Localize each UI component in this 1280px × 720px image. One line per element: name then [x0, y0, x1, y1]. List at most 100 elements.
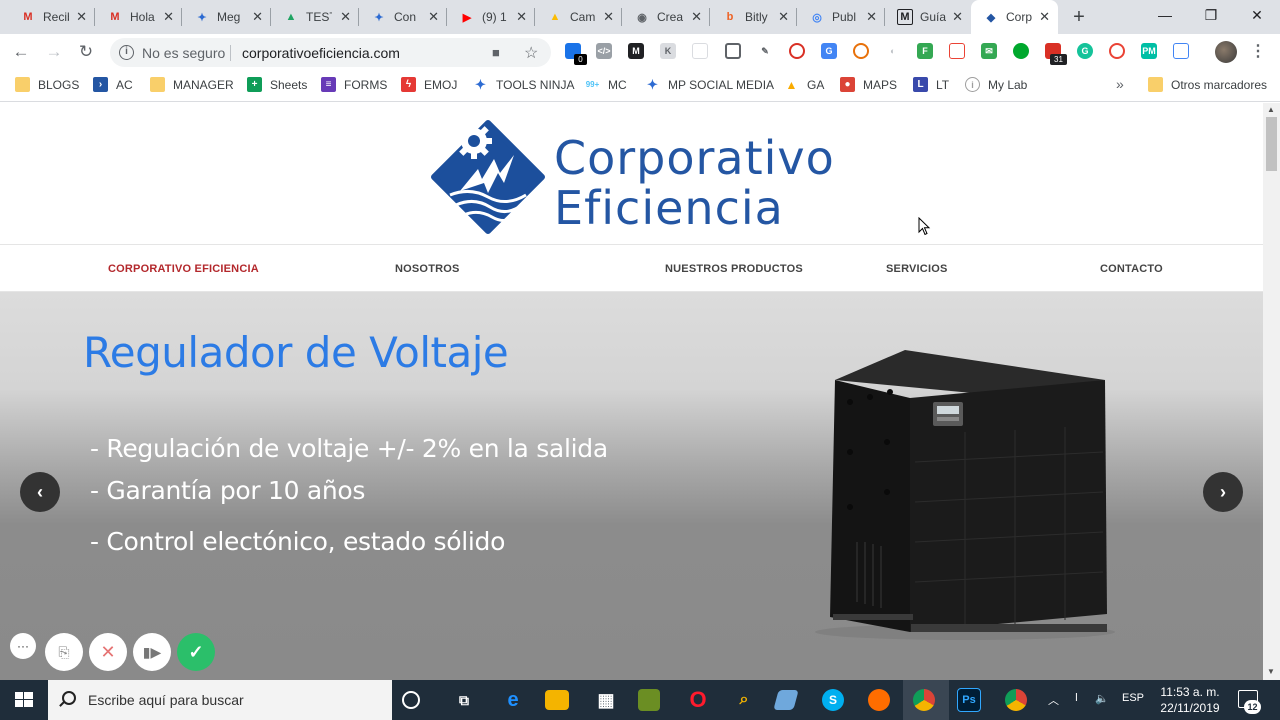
- logo-mark-icon[interactable]: [430, 117, 548, 237]
- close-tab-icon[interactable]: ✕: [516, 9, 527, 25]
- network-icon[interactable]: ǀ: [1075, 692, 1078, 704]
- taskbar-search-box[interactable]: Escribe aquí para buscar: [48, 680, 392, 720]
- bookmark-item[interactable]: › AC: [93, 77, 133, 92]
- close-tab-icon[interactable]: ✕: [952, 9, 963, 25]
- close-tab-icon[interactable]: ✕: [1039, 9, 1050, 25]
- bookmark-item[interactable]: ϟ EMOJ: [401, 77, 457, 92]
- recorder-camera-icon[interactable]: ⎘: [45, 633, 83, 671]
- bookmark-item[interactable]: ≡ FORMS: [321, 77, 387, 92]
- nav-item-productos[interactable]: NUESTROS PRODUCTOS: [665, 263, 803, 275]
- close-tab-icon[interactable]: ✕: [252, 9, 263, 25]
- bookmark-star-icon[interactable]: ☆: [524, 43, 538, 63]
- extension-icon[interactable]: [692, 43, 708, 59]
- scroll-down-icon[interactable]: ▼: [1267, 667, 1275, 676]
- volume-icon[interactable]: 🔈: [1095, 692, 1109, 705]
- close-tab-icon[interactable]: ✕: [428, 9, 439, 25]
- back-arrow-icon[interactable]: ←: [9, 40, 33, 64]
- profile-avatar[interactable]: [1215, 41, 1237, 63]
- close-tab-icon[interactable]: ✕: [76, 9, 87, 25]
- bookmark-item[interactable]: + Sheets: [247, 77, 307, 92]
- m-icon[interactable]: M: [628, 43, 644, 59]
- evernote-icon[interactable]: [1013, 43, 1029, 59]
- recorder-menu-icon[interactable]: ···: [10, 633, 36, 659]
- edge-icon[interactable]: e: [499, 686, 527, 714]
- url-text[interactable]: corporativoeficiencia.com: [242, 45, 400, 61]
- extension-icon[interactable]: ◐: [885, 43, 901, 59]
- close-window-icon[interactable]: ✕: [1234, 0, 1280, 30]
- browser-tab[interactable]: M Guía ✕: [885, 0, 971, 34]
- recorder-pause-icon[interactable]: ▮▶: [133, 633, 171, 671]
- firefox-icon[interactable]: [868, 689, 890, 711]
- photoshop-icon[interactable]: Ps: [957, 688, 981, 712]
- bookmark-item[interactable]: ▲ GA: [784, 77, 824, 92]
- close-tab-icon[interactable]: ✕: [163, 9, 174, 25]
- browser-tab-active[interactable]: ◆ Corp ✕: [971, 0, 1058, 34]
- browser-tab[interactable]: ◉ Crea ✕: [622, 0, 710, 34]
- logo-text-line2[interactable]: Eficiencia: [554, 181, 784, 235]
- security-label[interactable]: No es seguro: [142, 45, 225, 61]
- chrome-icon[interactable]: [913, 689, 935, 711]
- extension-icon[interactable]: [789, 43, 805, 59]
- extension-icon[interactable]: [1109, 43, 1125, 59]
- close-tab-icon[interactable]: ✕: [866, 9, 877, 25]
- magnifier-icon[interactable]: ⌕: [730, 686, 758, 714]
- minimize-icon[interactable]: —: [1142, 0, 1188, 30]
- browser-tab[interactable]: b Bitly ✕: [710, 0, 797, 34]
- carousel-next-button[interactable]: ›: [1203, 472, 1243, 512]
- browser-tab[interactable]: ✦ Meg ✕: [182, 0, 271, 34]
- forward-arrow-icon[interactable]: →: [42, 40, 66, 64]
- nav-item-contacto[interactable]: CONTACTO: [1100, 263, 1163, 275]
- bookmark-item[interactable]: i My Lab: [965, 77, 1027, 92]
- file-explorer-icon[interactable]: [545, 690, 569, 710]
- language-indicator[interactable]: ESP: [1122, 692, 1144, 704]
- windows-start-icon[interactable]: [0, 680, 48, 720]
- app-icon[interactable]: [638, 689, 660, 711]
- new-tab-button[interactable]: +: [1066, 4, 1092, 30]
- close-tab-icon[interactable]: ✕: [691, 9, 702, 25]
- bookmark-item[interactable]: ✦ MP SOCIAL MEDIA: [645, 77, 774, 92]
- pm-icon[interactable]: PM: [1141, 43, 1157, 59]
- f-icon[interactable]: F: [917, 43, 933, 59]
- close-tab-icon[interactable]: ✕: [603, 9, 614, 25]
- bookmark-item[interactable]: 99+ MC: [585, 77, 627, 92]
- skype-icon[interactable]: S: [822, 689, 844, 711]
- bookmark-folder[interactable]: BLOGS: [15, 77, 79, 92]
- browser-tab[interactable]: ◎ Publ ✕: [797, 0, 885, 34]
- close-tab-icon[interactable]: ✕: [778, 9, 789, 25]
- logo-text-line1[interactable]: Corporativo: [554, 131, 835, 185]
- browser-tab[interactable]: ✦ Con ✕: [359, 0, 447, 34]
- scroll-up-icon[interactable]: ▲: [1267, 105, 1275, 114]
- k-icon[interactable]: K: [660, 43, 676, 59]
- browser-tab[interactable]: ▶ (9) 1 ✕: [447, 0, 535, 34]
- reload-icon[interactable]: ↻: [74, 40, 98, 64]
- task-view-icon[interactable]: ⧉: [450, 686, 478, 714]
- clipboard-icon[interactable]: [949, 43, 965, 59]
- scroll-thumb[interactable]: [1266, 117, 1277, 171]
- close-tab-icon[interactable]: ✕: [340, 9, 351, 25]
- more-menu-icon[interactable]: ⋮: [1250, 41, 1266, 61]
- calculator-icon[interactable]: ▦: [592, 686, 620, 714]
- extension-icon[interactable]: [725, 43, 741, 59]
- bookmark-item[interactable]: ✦ TOOLS NINJA: [473, 77, 574, 92]
- system-clock[interactable]: 11:53 a. m. 22/11/2019: [1150, 684, 1230, 716]
- camera-icon[interactable]: ■: [492, 45, 500, 60]
- bookmarks-overflow-button[interactable]: »: [1116, 76, 1124, 92]
- bookmark-item[interactable]: L LT: [913, 77, 949, 92]
- nav-item-nosotros[interactable]: NOSOTROS: [395, 263, 460, 275]
- nav-item-home[interactable]: CORPORATIVO EFICIENCIA: [108, 263, 259, 275]
- nav-item-servicios[interactable]: SERVICIOS: [886, 263, 948, 275]
- other-bookmarks-folder[interactable]: Otros marcadores: [1148, 77, 1267, 92]
- browser-tab[interactable]: M Hola ✕: [95, 0, 182, 34]
- app-icon[interactable]: [773, 690, 799, 710]
- browser-tab[interactable]: M Recib ✕: [8, 0, 95, 34]
- translate-icon[interactable]: G: [821, 43, 837, 59]
- cortana-icon[interactable]: [402, 691, 420, 709]
- note-icon[interactable]: [1173, 43, 1189, 59]
- extension-icon[interactable]: [853, 43, 869, 59]
- grammarly-icon[interactable]: G: [1077, 43, 1093, 59]
- page-scrollbar[interactable]: ▲ ▼: [1263, 103, 1280, 680]
- recorder-cancel-icon[interactable]: ✕: [89, 633, 127, 671]
- opera-icon[interactable]: O: [684, 686, 712, 714]
- restore-icon[interactable]: ❐: [1188, 0, 1234, 30]
- bookmark-folder[interactable]: MANAGER: [150, 77, 234, 92]
